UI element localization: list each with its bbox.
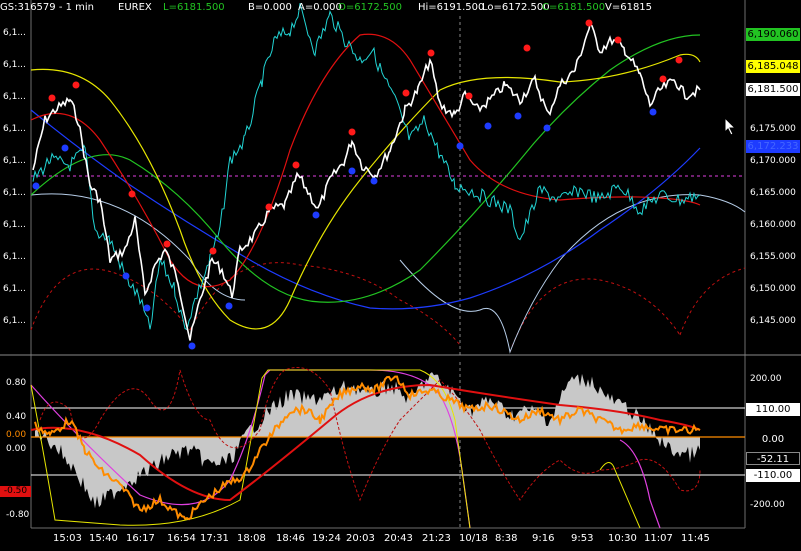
time-tick: 18:46 (276, 533, 305, 544)
left-price-tick: 6,1... (3, 92, 26, 102)
time-tick: 17:31 (200, 533, 229, 544)
swing-high-marker (209, 247, 217, 255)
osc-right-tick: -200.00 (750, 500, 785, 510)
swing-high-marker (523, 44, 531, 52)
swing-high-marker (292, 161, 300, 169)
volume-label: V=61815 (605, 2, 653, 13)
osc-left-tag: 0.00 (6, 430, 27, 440)
swing-low-marker (61, 144, 69, 152)
price-tick: 6,170.000 (750, 156, 796, 166)
price-tag-blue: 6,172.233 (746, 140, 800, 153)
ask-label: A=0.000 (298, 2, 342, 13)
symbol-label: GS:316579 - 1 min (0, 2, 95, 13)
price-tag-green: 6,190.060 (746, 28, 800, 41)
time-tick: 16:17 (126, 533, 155, 544)
swing-low-marker (649, 108, 657, 116)
swing-low-marker (188, 342, 196, 350)
time-tick: 8:38 (495, 533, 518, 544)
swing-low-marker (484, 122, 492, 130)
exchange-label: EUREX (118, 2, 152, 13)
price-tick: 6,175.000 (750, 124, 796, 134)
swing-low-marker (122, 272, 130, 280)
osc-tag-zero: 0.00 (746, 433, 800, 446)
price-tick: 6,150.000 (750, 284, 796, 294)
swing-low-marker (514, 112, 522, 120)
price-chart[interactable] (0, 0, 801, 551)
price-tick: 6,145.000 (750, 316, 796, 326)
price-tick: 6,165.000 (750, 188, 796, 198)
left-price-tick: 6,1... (3, 188, 26, 198)
swing-high-marker (659, 75, 667, 83)
osc-tag-110: 110.00 (746, 403, 800, 416)
time-tick: 10:30 (608, 533, 637, 544)
swing-low-marker (312, 211, 320, 219)
time-tick: 9:53 (571, 533, 594, 544)
open-label: O=6172.500 (338, 2, 402, 13)
osc-tag-neg110: -110.00 (746, 469, 800, 482)
swing-low-marker (32, 182, 40, 190)
left-price-tick: 6,1... (3, 252, 26, 262)
time-tick: 20:43 (384, 533, 413, 544)
time-tick: 16:54 (167, 533, 196, 544)
swing-high-marker (72, 81, 80, 89)
time-tick: 9:16 (532, 533, 555, 544)
left-price-tick: 6,1... (3, 284, 26, 294)
osc-left-tick: 0.00 (6, 444, 27, 454)
left-price-tick: 6,1... (3, 156, 26, 166)
osc-right-tick: 200.00 (750, 374, 782, 384)
swing-high-marker (48, 94, 56, 102)
swing-low-marker (456, 142, 464, 150)
left-price-tick: 6,1... (3, 124, 26, 134)
time-tick: 20:03 (346, 533, 375, 544)
swing-high-marker (402, 89, 410, 97)
time-tick: 15:40 (89, 533, 118, 544)
left-price-tick: 6,1... (3, 220, 26, 230)
time-tick: 11:07 (644, 533, 673, 544)
time-tick: 19:24 (312, 533, 341, 544)
swing-high-marker (465, 92, 473, 100)
swing-low-marker (543, 124, 551, 132)
swing-low-marker (348, 167, 356, 175)
swing-high-marker (348, 128, 356, 136)
price-tag-last: 6,181.500 (746, 83, 800, 96)
swing-high-marker (427, 49, 435, 57)
left-price-tick: 6,1... (3, 28, 26, 38)
osc-left-tick: -0.80 (6, 510, 30, 520)
bid-label: B=0.000 (248, 2, 292, 13)
time-tick: 11:45 (681, 533, 710, 544)
time-tick: 21:23 (422, 533, 451, 544)
left-price-tick: 6,1... (3, 316, 26, 326)
swing-high-marker (675, 56, 683, 64)
high-label: Hi=6191.500 (418, 2, 485, 13)
swing-low-marker (225, 302, 233, 310)
swing-high-marker (585, 19, 593, 27)
last-label: L=6181.500 (163, 2, 225, 13)
osc-tag-value: -52.11 (746, 452, 800, 465)
time-tick: 15:03 (53, 533, 82, 544)
price-tick: 6,155.000 (750, 252, 796, 262)
low-label: Lo=6172.500 (482, 2, 550, 13)
osc-left-tick-red: -0.50 (0, 486, 31, 497)
price-tick: 6,160.000 (750, 220, 796, 230)
swing-low-marker (370, 177, 378, 185)
osc-left-tick: 0.80 (6, 378, 27, 388)
time-tick: 18:08 (237, 533, 266, 544)
osc-left-tick: 0.40 (6, 412, 27, 422)
price-tag-yellow: 6,185.048 (746, 60, 800, 73)
swing-high-marker (163, 240, 171, 248)
mouse-cursor-icon (725, 118, 737, 136)
close-label: C=6181.500 (542, 2, 606, 13)
swing-low-marker (143, 304, 151, 312)
swing-high-marker (128, 190, 136, 198)
left-price-tick: 6,1... (3, 60, 26, 70)
swing-high-marker (265, 203, 273, 211)
time-tick: 10/18 (459, 533, 488, 544)
swing-high-marker (614, 36, 622, 44)
